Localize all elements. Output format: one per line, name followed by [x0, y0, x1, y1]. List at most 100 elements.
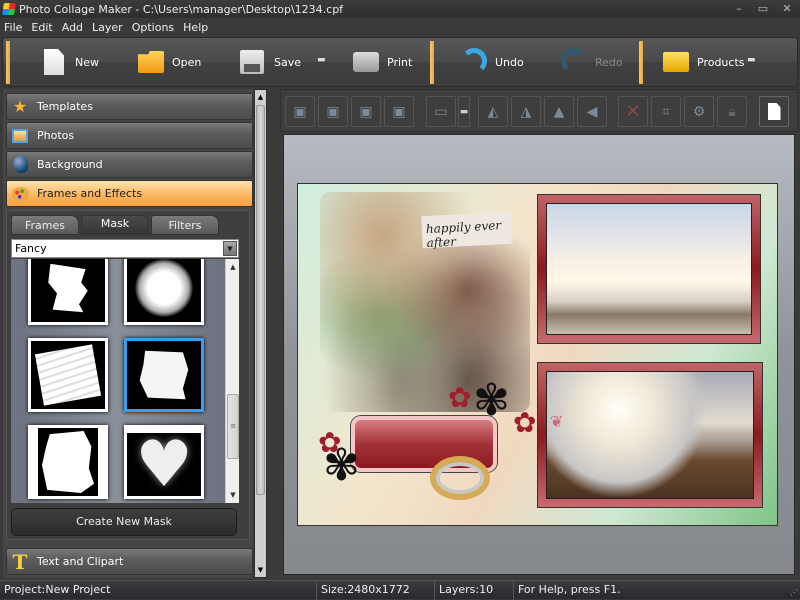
palette-icon	[11, 185, 29, 203]
bring-to-front-button[interactable]: ▣	[285, 96, 315, 127]
new-button[interactable]: New	[41, 42, 99, 82]
page-icon	[767, 103, 781, 120]
save-button[interactable]: Save	[240, 42, 301, 82]
rotate-right-button[interactable]: ◮	[511, 96, 541, 127]
print-button[interactable]: Print	[353, 42, 412, 82]
left-panel-scrollbar[interactable]: ▲ ▼	[254, 89, 267, 578]
title-bar: Photo Collage Maker - C:\Users\manager\D…	[0, 0, 800, 18]
products-label: Products	[697, 55, 745, 69]
scroll-thumb[interactable]	[256, 105, 265, 495]
floppy-disk-icon	[240, 50, 264, 74]
menu-options[interactable]: Options	[132, 21, 174, 34]
delete-icon: ✕	[625, 101, 641, 122]
new-label: New	[75, 55, 99, 69]
mask-gallery-scrollbar[interactable]: ▲ ≡ ▼	[225, 259, 239, 503]
mask-thumbnail-heart[interactable]: ♥	[124, 425, 204, 499]
section-frames-and-effects[interactable]: Frames and Effects	[6, 180, 253, 207]
menu-add[interactable]: Add	[62, 21, 83, 34]
window-title: Photo Collage Maker - C:\Users\manager\D…	[19, 2, 344, 16]
bring-forward-icon: ▣	[326, 103, 340, 120]
status-help: For Help, press F1.	[518, 582, 621, 596]
minimize-button[interactable]: –	[732, 2, 746, 15]
undo-button[interactable]: Undo	[461, 42, 524, 82]
create-new-mask-button[interactable]: Create New Mask	[11, 508, 237, 536]
status-size: Size:2480x1772	[317, 580, 435, 600]
align-button[interactable]: ▭	[426, 96, 456, 127]
close-button[interactable]: ✕	[780, 2, 794, 15]
collage-canvas[interactable]: happily ever after ✿ ✿ ✿ ✾ ✾ ❦	[297, 183, 778, 526]
resize-grip-icon[interactable]: ⋰	[790, 588, 798, 597]
delete-button[interactable]: ✕	[618, 96, 648, 127]
redo-button[interactable]: Redo	[561, 42, 623, 82]
settings-button[interactable]: ⚙	[684, 96, 714, 127]
open-button[interactable]: Open	[138, 42, 201, 82]
section-text-and-clipart[interactable]: T Text and Clipart	[6, 548, 253, 575]
open-label: Open	[172, 55, 202, 69]
flip-vertical-icon: ◀	[586, 103, 598, 120]
chevron-down-icon[interactable]: ▼	[223, 241, 237, 256]
lock-button[interactable]: 🔒︎	[717, 96, 747, 127]
chevron-down-icon: ▬	[459, 106, 469, 117]
menu-file[interactable]: File	[4, 21, 22, 34]
photo-frame-bottom[interactable]	[537, 362, 763, 508]
section-photos[interactable]: Photos	[6, 122, 253, 149]
flower-clipart: ✿	[448, 381, 472, 414]
send-to-back-button[interactable]: ▣	[384, 96, 414, 127]
status-bar: Project:New Project Size:2480x1772 Layer…	[0, 580, 800, 600]
rotate-left-button[interactable]: ◭	[478, 96, 508, 127]
text-icon: T	[12, 549, 28, 574]
tab-filters[interactable]: Filters	[151, 215, 219, 235]
box-icon	[663, 52, 689, 72]
left-panel: ★ Templates Photos Background Frames and…	[3, 89, 253, 578]
mask-thumbnail-rough-edge[interactable]	[28, 425, 108, 499]
flip-horizontal-button[interactable]: ▲	[544, 96, 574, 127]
effects-tabs: Frames Mask Filters	[11, 215, 221, 237]
menu-layer[interactable]: Layer	[92, 21, 123, 34]
section-label: Templates	[37, 100, 93, 113]
heart-icon: ♥	[135, 427, 193, 499]
star-icon: ★	[12, 97, 28, 116]
new-file-icon	[44, 49, 64, 75]
send-backward-button[interactable]: ▣	[351, 96, 381, 127]
rotate-right-icon: ◮	[520, 103, 532, 120]
mask-thumbnail-scratched-square[interactable]	[28, 338, 108, 412]
bring-forward-button[interactable]: ▣	[318, 96, 348, 127]
products-button[interactable]: Products	[663, 42, 745, 82]
undo-arrow-icon	[461, 48, 487, 74]
mask-thumbnail-painted-blot[interactable]	[124, 338, 204, 412]
crop-button[interactable]: ⌗	[651, 96, 681, 127]
send-to-back-icon: ▣	[392, 103, 406, 120]
align-dropdown-button[interactable]: ▬	[458, 96, 470, 127]
tab-frames[interactable]: Frames	[11, 215, 79, 235]
app-icon	[2, 3, 16, 15]
section-background[interactable]: Background	[6, 151, 253, 178]
mask-thumbnail-brush-stroke[interactable]	[28, 259, 108, 325]
section-templates[interactable]: ★ Templates	[6, 93, 253, 120]
scroll-thumb[interactable]: ≡	[227, 394, 239, 459]
menu-edit[interactable]: Edit	[31, 21, 52, 34]
save-dropdown-arrow[interactable]: ▬	[317, 55, 326, 65]
photo-frame-top[interactable]	[537, 194, 761, 344]
frames-effects-panel: Frames Mask Filters Fancy ▼ ♥ ▲ ≡ ▼ Crea…	[6, 210, 250, 540]
beach-couple-photo	[546, 203, 752, 335]
photos-icon	[11, 127, 29, 145]
edit-toolbar: ▣ ▣ ▣ ▣ ▭ ▬ ◭ ◮ ▲ ◀ ✕ ⌗ ⚙ 🔒︎	[280, 89, 798, 132]
flip-vertical-button[interactable]: ◀	[577, 96, 607, 127]
section-label: Photos	[37, 129, 75, 142]
page-button[interactable]	[759, 96, 789, 127]
main-toolbar: New Open Save ▬ Print Undo Redo Products…	[2, 37, 798, 87]
folder-icon	[138, 51, 164, 73]
mask-thumbnail-swirl[interactable]	[124, 259, 204, 325]
scroll-down-icon[interactable]: ▼	[226, 489, 240, 501]
tab-mask[interactable]: Mask	[81, 215, 149, 235]
scroll-up-icon[interactable]: ▲	[255, 91, 266, 103]
scroll-down-icon[interactable]: ▼	[255, 564, 266, 576]
menu-help[interactable]: Help	[183, 21, 208, 34]
section-label: Frames and Effects	[37, 187, 143, 200]
mask-category-select[interactable]: Fancy ▼	[11, 239, 239, 258]
rotate-left-icon: ◭	[487, 103, 499, 120]
maximize-button[interactable]: ▭	[756, 2, 770, 15]
products-dropdown-arrow[interactable]: ▬	[747, 55, 756, 65]
scroll-up-icon[interactable]: ▲	[226, 261, 240, 273]
wedding-rings-clipart[interactable]	[430, 456, 490, 500]
